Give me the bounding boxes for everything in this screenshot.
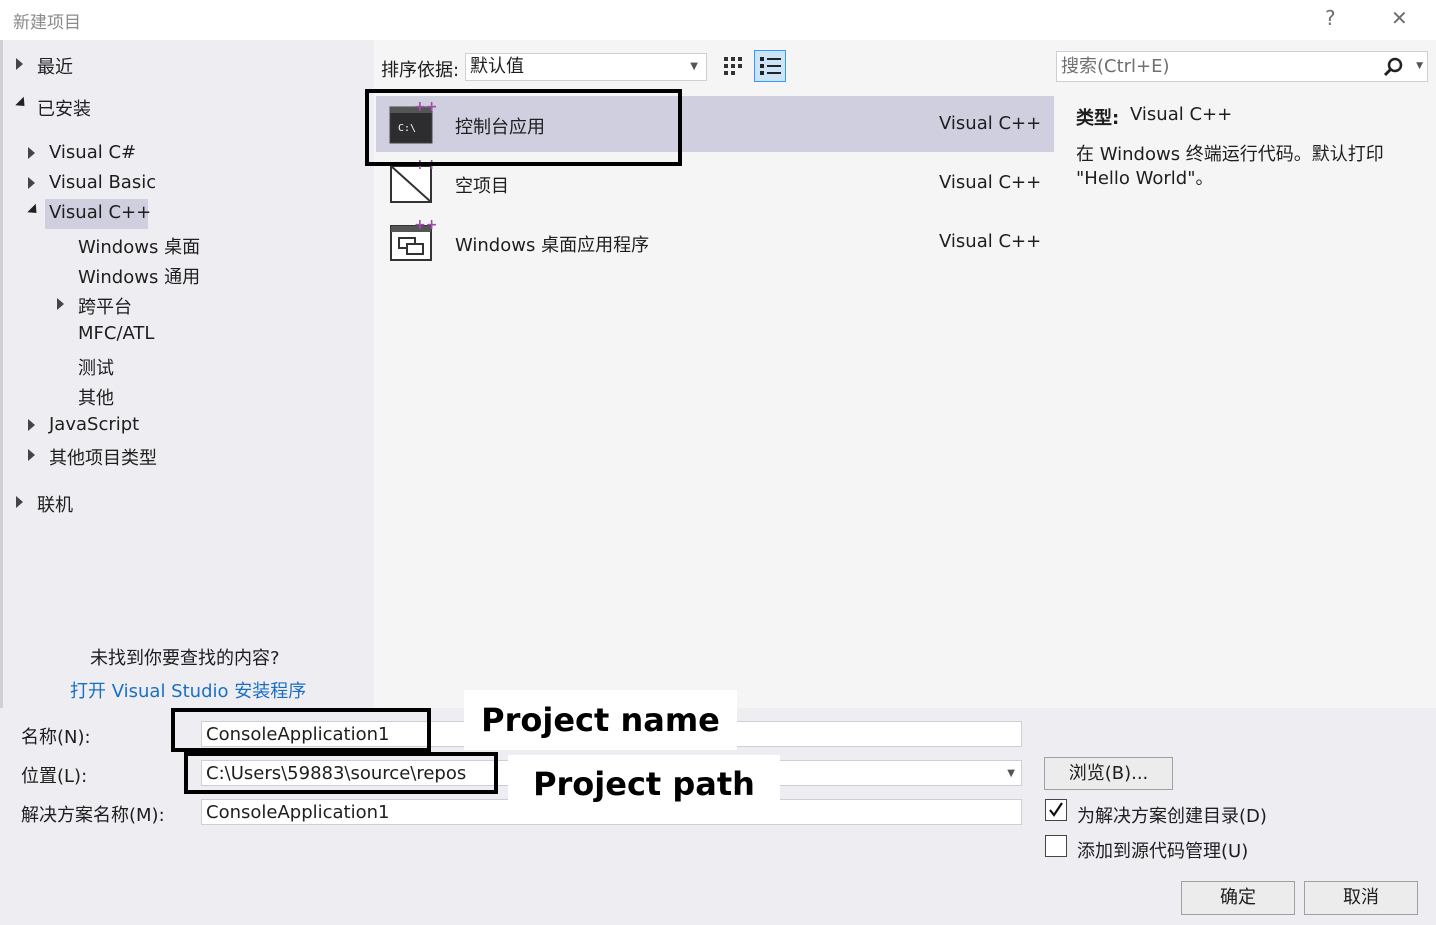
svg-text:++: ++ <box>414 217 436 233</box>
tree-item-mfc-atl[interactable]: MFC/ATL <box>78 323 154 344</box>
chevron-down-icon[interactable]: ▼ <box>1416 52 1423 81</box>
tree-item-online[interactable]: 联机 <box>37 491 73 517</box>
sort-value: 默认值 <box>470 56 524 77</box>
tree-item-windows-desktop[interactable]: Windows 桌面 <box>78 233 200 259</box>
desktop-app-icon: ++ <box>390 217 436 261</box>
create-directory-checkbox[interactable] <box>1045 799 1067 821</box>
template-language: Visual C++ <box>939 231 1042 252</box>
window-title: 新建项目 <box>13 13 81 33</box>
annotation-box-path <box>184 752 498 794</box>
grid-view-icon <box>724 57 742 75</box>
tree-item-visual-csharp[interactable]: Visual C# <box>49 142 136 163</box>
annotation-box-name <box>171 708 431 752</box>
annotation-box-template <box>365 89 682 166</box>
chevron-down-icon[interactable]: ▼ <box>1007 761 1015 787</box>
tree-item-other[interactable]: 其他 <box>78 384 114 410</box>
browse-button[interactable]: 浏览(B)... <box>1044 757 1173 790</box>
small-icons-view-button[interactable] <box>720 53 748 81</box>
cancel-button[interactable]: 取消 <box>1304 881 1418 915</box>
type-label: 类型: <box>1076 108 1120 129</box>
chevron-down-icon: ▼ <box>690 61 698 72</box>
solution-name-value: ConsoleApplication1 <box>206 802 390 823</box>
add-source-control-label[interactable]: 添加到源代码管理(U) <box>1077 837 1248 863</box>
template-language: Visual C++ <box>939 113 1042 134</box>
tree-item-visual-basic[interactable]: Visual Basic <box>49 172 156 193</box>
tree-item-installed[interactable]: 已安装 <box>37 95 91 121</box>
search-input[interactable]: 搜索(Ctrl+E) ▼ <box>1056 51 1428 82</box>
description-line-1: 在 Windows 终端运行代码。默认打印 <box>1076 144 1384 165</box>
template-language: Visual C++ <box>939 172 1042 193</box>
list-view-icon <box>760 57 781 75</box>
list-view-button[interactable] <box>754 50 786 82</box>
tree-item-cross-platform[interactable]: 跨平台 <box>78 293 132 319</box>
help-button[interactable]: ? <box>1325 6 1336 30</box>
checkmark-icon <box>1049 802 1063 817</box>
location-label: 位置(L): <box>21 766 88 787</box>
tree-item-visual-cpp[interactable]: Visual C++ <box>49 202 151 223</box>
description-line-2: "Hello World"。 <box>1076 168 1214 189</box>
tree-item-other-project-types[interactable]: 其他项目类型 <box>49 444 157 470</box>
not-found-text: 未找到你要查找的内容? <box>90 648 280 669</box>
open-installer-link[interactable]: 打开 Visual Studio 安装程序 <box>70 677 306 703</box>
callout-project-path: Project path <box>508 755 780 813</box>
tree-item-javascript[interactable]: JavaScript <box>49 414 139 435</box>
ok-button[interactable]: 确定 <box>1181 881 1295 915</box>
search-icon[interactable] <box>1383 57 1405 77</box>
tree-item-windows-universal[interactable]: Windows 通用 <box>78 263 200 289</box>
name-label: 名称(N): <box>21 727 91 748</box>
add-source-control-checkbox[interactable] <box>1045 835 1067 857</box>
template-name: Windows 桌面应用程序 <box>455 235 650 256</box>
template-name: 空项目 <box>455 176 509 197</box>
search-placeholder: 搜索(Ctrl+E) <box>1061 56 1170 77</box>
sort-dropdown[interactable]: 默认值 ▼ <box>465 53 707 81</box>
callout-project-name: Project name <box>464 690 737 750</box>
template-tree-pane <box>3 40 374 708</box>
tree-item-recent[interactable]: 最近 <box>37 53 73 79</box>
close-button[interactable]: ✕ <box>1391 6 1408 30</box>
tree-item-test[interactable]: 测试 <box>78 354 114 380</box>
sort-label: 排序依据: <box>381 60 460 81</box>
empty-project-icon: ++ <box>390 160 436 203</box>
title-bar <box>0 0 1436 40</box>
type-value: Visual C++ <box>1130 104 1233 125</box>
solution-name-label: 解决方案名称(M): <box>21 805 165 826</box>
create-directory-label[interactable]: 为解决方案创建目录(D) <box>1077 802 1267 828</box>
